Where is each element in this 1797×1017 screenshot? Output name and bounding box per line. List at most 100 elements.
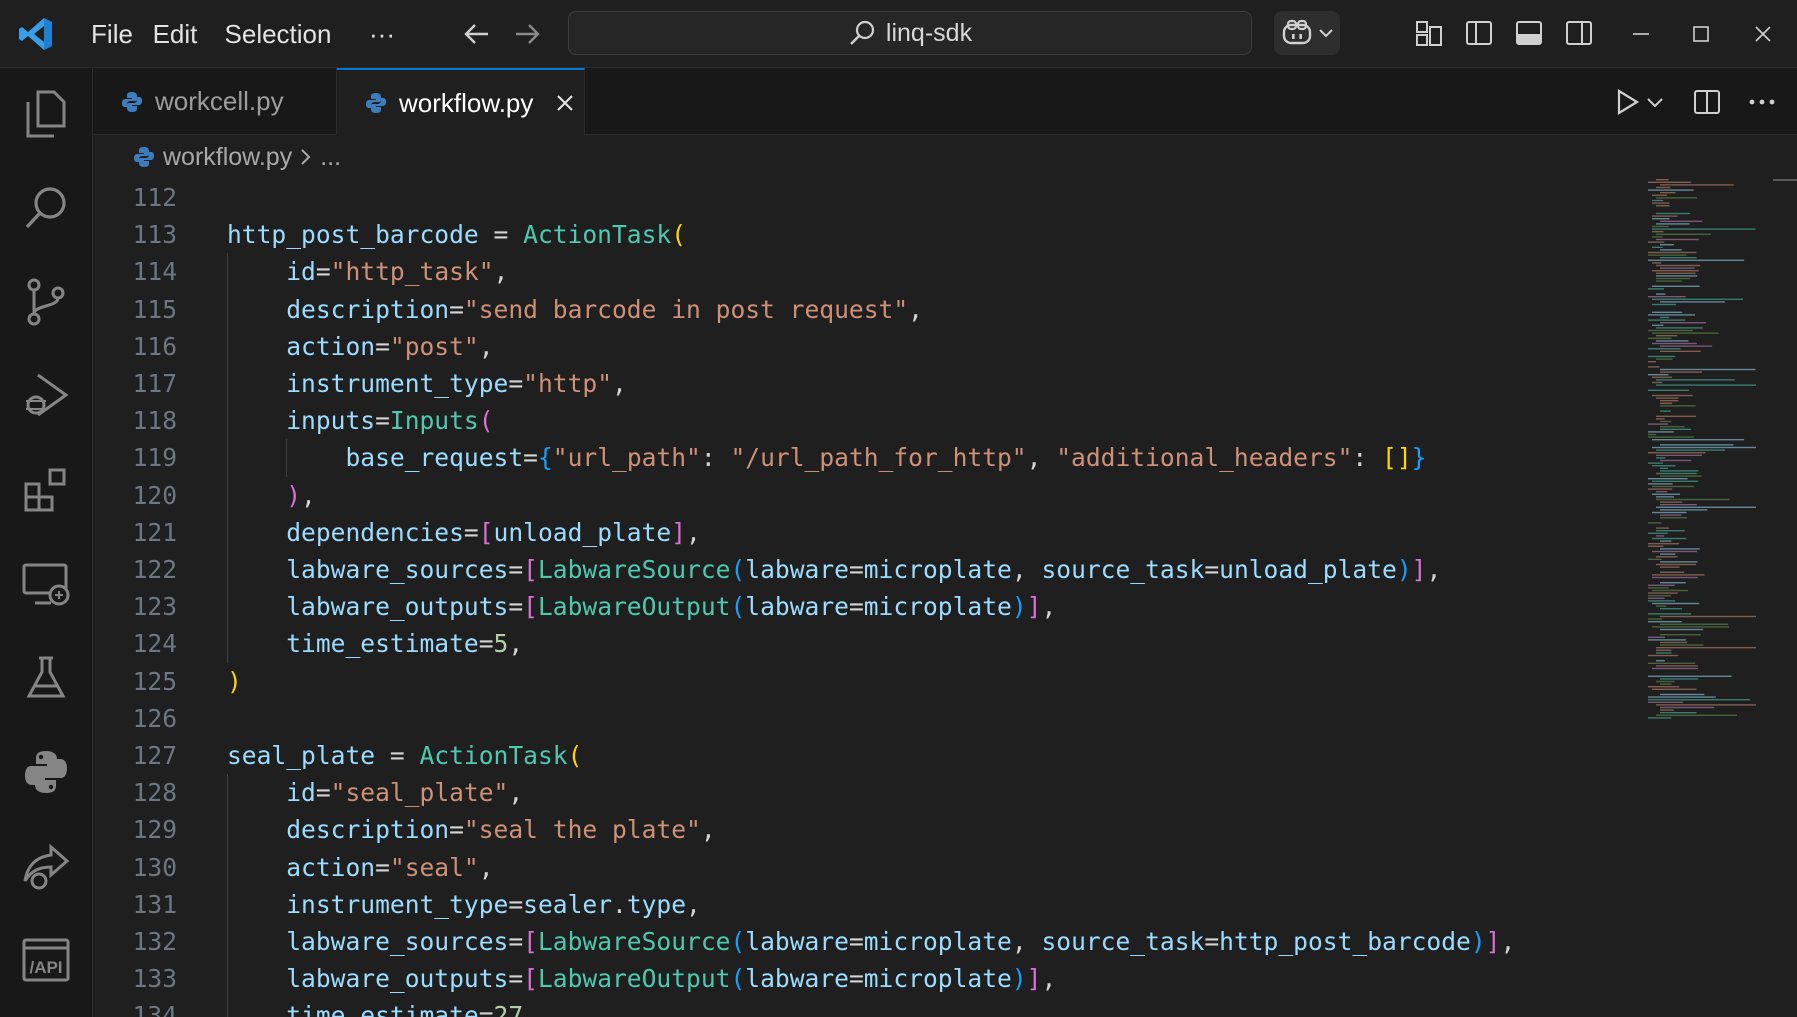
code-line[interactable]: 113 http_post_barcode = ActionTask( [93,216,1636,253]
minimap-line [1648,654,1679,657]
maximize-icon[interactable] [1676,12,1726,56]
code-line[interactable]: 129 description="seal the plate", [93,811,1636,848]
share-icon[interactable] [18,838,74,894]
copilot-button[interactable] [1274,11,1340,55]
minimap[interactable] [1636,179,1773,1017]
code-token: "url_path" [552,443,701,473]
source-control-icon[interactable] [18,274,74,330]
breadcrumb-more[interactable]: ... [320,143,341,172]
code-line[interactable]: 112 [93,179,1636,216]
code-token: id [286,257,316,287]
code-token: = [478,1001,494,1017]
code-line[interactable]: 124 time_estimate=5, [93,625,1636,662]
line-number: 115 [132,294,177,324]
code-line[interactable]: 116 action="post", [93,328,1636,365]
code-line[interactable]: 119 base_request={"url_path": "/url_path… [93,439,1636,476]
code-line[interactable]: 114 id="http_task", [93,253,1636,290]
menu-file[interactable]: File [80,14,144,54]
minimap-line [1652,215,1678,217]
tab-workcell[interactable]: workcell.py [93,68,337,135]
remote-explorer-icon[interactable] [18,556,74,612]
code-line[interactable]: 123 labware_outputs=[LabwareOutput(labwa… [93,588,1636,625]
code-line[interactable]: 118 inputs=Inputs( [93,402,1636,439]
code-line[interactable]: 125) [93,663,1636,700]
code-line[interactable]: 128 id="seal_plate", [93,774,1636,811]
minimap-line [1660,709,1674,711]
scrollbar-thumb[interactable] [1773,179,1797,185]
tab-label: workflow.py [399,87,534,118]
minimap-line [1652,228,1756,230]
indent-guide [286,439,288,477]
code-line[interactable]: 131 instrument_type=sealer.type, [93,886,1636,923]
testing-icon[interactable] [18,650,74,706]
minimize-icon[interactable] [1616,12,1666,56]
editor-scrollbar[interactable] [1773,179,1797,1017]
code-token: [ [523,927,538,956]
code-line[interactable]: 120 ), [93,477,1636,514]
code-line[interactable]: 121 dependencies=[unload_plate], [93,514,1636,551]
minimap-line [1660,267,1695,269]
code-text: time_estimate=27 [227,1001,523,1017]
more-actions-icon[interactable] [1749,99,1775,105]
code-line[interactable]: 130 action="seal", [93,849,1636,886]
code-token: , [1011,555,1042,584]
split-editor-icon[interactable] [1693,89,1721,115]
code-token: ] [1026,592,1042,622]
python-icon[interactable] [18,744,74,800]
toggle-primary-sidebar-icon[interactable] [1458,12,1500,54]
code-line[interactable]: 122 labware_sources=[LabwareSource(labwa… [93,551,1636,588]
code-line[interactable]: 127 seal_plate = ActionTask( [93,737,1636,774]
minimap-line [1648,314,1696,316]
code-editor[interactable]: 112 113 http_post_barcode = ActionTask(114… [93,179,1636,1017]
code-line[interactable]: 117 instrument_type="http", [93,365,1636,402]
forward-arrow-icon[interactable] [506,14,550,54]
code-token: ActionTask [419,741,568,770]
code-line[interactable]: 126 [93,700,1636,737]
extensions-icon[interactable] [18,462,74,518]
minimap-line [1660,678,1699,680]
code-line[interactable]: 134 time_estimate=27 [93,997,1636,1017]
menu-more[interactable]: ··· [360,14,404,54]
minimap-line [1660,517,1687,519]
line-number: 134 [132,1001,177,1017]
toggle-panel-icon[interactable] [1508,12,1550,54]
minimap-line [1656,275,1698,277]
search-icon[interactable] [18,180,74,236]
code-token: ( [730,555,746,584]
code-token: . [612,889,627,919]
customize-layout-icon[interactable] [1408,12,1450,54]
code-line[interactable]: 133 labware_outputs=[LabwareOutput(labwa… [93,960,1636,997]
menu-edit[interactable]: Edit [148,14,202,54]
explorer-icon[interactable] [18,86,74,142]
close-window-icon[interactable] [1738,12,1788,56]
minimap-line [1656,506,1756,508]
breadcrumb-file[interactable]: workflow.py [163,143,292,172]
code-token: source_task [1041,927,1205,956]
close-tab-icon[interactable] [555,93,575,113]
code-token: [ [523,555,538,584]
minimap-line [1660,410,1671,412]
code-token: = [375,406,390,436]
code-line[interactable]: 115 description="send barcode in post re… [93,291,1636,328]
toggle-secondary-sidebar-icon[interactable] [1558,12,1600,54]
command-center-search[interactable]: linq-sdk [568,11,1252,55]
tab-workflow[interactable]: workflow.py [337,68,585,136]
line-number: 125 [132,666,177,696]
code-line[interactable]: 132 labware_sources=[LabwareSource(labwa… [93,923,1636,960]
run-options-chevron-icon[interactable] [1647,97,1663,107]
minimap-line [1656,649,1672,651]
run-python-file-icon[interactable] [1615,88,1641,116]
line-number: 114 [132,257,177,287]
minimap-line [1648,389,1689,391]
minimap-line [1648,462,1664,464]
minimap-line [1652,199,1664,202]
line-number: 113 [132,220,177,250]
api-icon[interactable]: /API [18,932,74,988]
back-arrow-icon[interactable] [454,14,498,54]
code-token: = [478,629,494,659]
vscode-logo-icon[interactable] [14,12,58,56]
run-debug-icon[interactable] [18,368,74,424]
menu-selection[interactable]: Selection [222,14,334,54]
code-token: "http_task" [330,257,494,287]
